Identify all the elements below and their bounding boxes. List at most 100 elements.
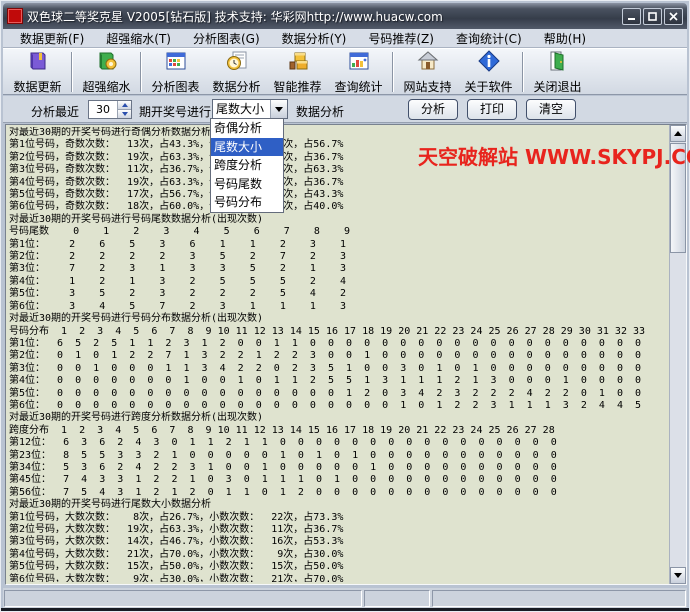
- combobox-value: 尾数大小: [213, 100, 270, 118]
- period-suffix-label: 期开奖号进行: [139, 103, 211, 120]
- toolbar-button-label: 网站支持: [403, 78, 451, 95]
- toolbar-button-label: 关于软件: [464, 78, 512, 95]
- report-table-header: 号码尾数 0 1 2 3 4 5 6 7 8 9: [9, 226, 666, 238]
- minimize-button[interactable]: [622, 8, 641, 25]
- statusbar: [3, 588, 687, 609]
- report-text-line: 第3位号码，大数次数： 14次，占46.7%，小数次数： 16次，占53.3%: [9, 536, 666, 548]
- dropdown-option-号码尾数[interactable]: 号码尾数: [211, 175, 283, 194]
- data-analysis-label: 数据分析: [296, 103, 344, 120]
- report-table-row: 第4位： 0 0 0 0 0 0 0 1 0 0 1 0 1 1 2 5 5 1…: [9, 375, 666, 387]
- window-bottom-edge: [1, 608, 689, 611]
- menu-item-4[interactable]: 号码推荐(Z): [357, 28, 445, 49]
- analysis-type-dropdown-list: 奇偶分析尾数大小跨度分析号码尾数号码分布: [210, 118, 284, 213]
- toolbar-button-关闭退出[interactable]: 关闭退出: [527, 50, 588, 94]
- close-button[interactable]: [664, 8, 683, 25]
- report-text-line: 第1位号码，大数次数： 8次，占26.7%，小数次数： 22次，占73.3%: [9, 512, 666, 524]
- dropdown-option-尾数大小[interactable]: 尾数大小: [211, 138, 283, 157]
- menu-item-1[interactable]: 超强缩水(T): [95, 28, 182, 49]
- toolbar-button-网站支持[interactable]: 网站支持: [397, 50, 458, 94]
- vertical-scrollbar[interactable]: [669, 125, 686, 584]
- menu-item-6[interactable]: 帮助(H): [533, 28, 597, 49]
- toolbar-button-关于软件[interactable]: 关于软件: [458, 50, 519, 94]
- dropdown-option-奇偶分析[interactable]: 奇偶分析: [211, 119, 283, 138]
- report-table-row: 第6位： 0 0 0 0 0 0 0 0 0 0 0 0 0 0 0 0 0 0…: [9, 400, 666, 412]
- analyze-button[interactable]: 分析: [408, 99, 458, 120]
- spinner-up-icon[interactable]: [118, 101, 131, 110]
- scroll-up-icon[interactable]: [670, 125, 686, 142]
- toolbar-separator: [392, 52, 394, 92]
- report-area: 对最近30期的开奖号码进行奇偶分析数据分析第1位号码，奇数次数： 13次，占43…: [5, 124, 687, 585]
- app-icon: [7, 8, 23, 24]
- report-text-line: 第5位号码，奇数次数： 17次，占56.7%，偶数次数： 13次，占43.3%: [9, 189, 666, 201]
- report-text-line: 第4位号码，奇数次数： 19次，占63.3%，偶数次数： 11次，占36.7%: [9, 177, 666, 189]
- toolbar-button-label: 数据更新: [13, 78, 61, 95]
- info-icon: [477, 49, 501, 77]
- analysis-report: 对最近30期的开奖号码进行奇偶分析数据分析第1位号码，奇数次数： 13次，占43…: [9, 127, 666, 582]
- toolbar-button-超强缩水[interactable]: 超强缩水: [76, 50, 137, 94]
- report-text-line: 第2位号码，大数次数： 19次，占63.3%，小数次数： 11次，占36.7%: [9, 524, 666, 536]
- analyze-recent-label: 分析最近: [31, 103, 79, 120]
- watermark-text: 天空破解站 WWW.SKYPJ.COM: [418, 141, 690, 170]
- status-panel-2: [364, 590, 430, 607]
- scroll-down-icon[interactable]: [670, 567, 686, 584]
- report-table-row: 第45位： 7 4 3 3 1 2 2 1 0 3 0 1 1 1 0 1 0 …: [9, 474, 666, 486]
- menu-item-0[interactable]: 数据更新(F): [9, 28, 95, 49]
- app-window: 双色球二等奖克星 V2005[钻石版] 技术支持: 华彩网http://www.…: [0, 0, 690, 612]
- report-table-row: 第3位： 7 2 3 1 3 3 5 2 1 3: [9, 263, 666, 275]
- book-purple-icon: [26, 49, 50, 77]
- maximize-button[interactable]: [643, 8, 662, 25]
- report-section-title: 对最近30期的开奖号码进行跨度分析数据分析(出现次数): [9, 412, 666, 424]
- dropdown-option-号码分布[interactable]: 号码分布: [211, 193, 283, 212]
- menubar: 数据更新(F)超强缩水(T)分析图表(G)数据分析(Y)号码推荐(Z)查询统计(…: [3, 29, 687, 48]
- report-table-row: 第5位： 3 5 2 3 2 2 2 5 4 2: [9, 288, 666, 300]
- clear-button[interactable]: 清空: [526, 99, 576, 120]
- home-icon: [416, 49, 440, 77]
- analysis-type-combobox[interactable]: 尾数大小: [212, 99, 288, 119]
- report-section-title: 对最近30期的开奖号码进行号码分布数据分析(出现次数): [9, 313, 666, 325]
- menu-item-2[interactable]: 分析图表(G): [182, 28, 271, 49]
- combobox-dropdown-icon[interactable]: [270, 100, 287, 118]
- report-table-row: 第34位： 5 3 6 2 4 2 2 3 1 0 0 1 0 0 0 0 0 …: [9, 462, 666, 474]
- book-gear-icon: [95, 49, 119, 77]
- chart-grid-icon: [164, 49, 188, 77]
- print-button[interactable]: 打印: [467, 99, 517, 120]
- toolbar-button-智能推荐[interactable]: 智能推荐: [267, 50, 328, 94]
- window-title: 双色球二等奖克星 V2005[钻石版] 技术支持: 华彩网http://www.…: [27, 8, 618, 25]
- toolbar-separator: [522, 52, 524, 92]
- report-section-title: 对最近30期的开奖号码进行尾数大小数据分析: [9, 499, 666, 511]
- menu-item-3[interactable]: 数据分析(Y): [271, 28, 358, 49]
- report-table-row: 第1位： 6 5 2 5 1 1 2 3 1 2 0 0 1 1 0 0 0 0…: [9, 338, 666, 350]
- report-table-header: 跨度分布 1 2 3 4 5 6 7 8 9 10 11 12 13 14 15…: [9, 425, 666, 437]
- toolbar-button-数据更新[interactable]: 数据更新: [7, 50, 68, 94]
- report-table-row: 第12位： 6 3 6 2 4 3 0 1 1 2 1 1 0 0 0 0 0 …: [9, 437, 666, 449]
- toolbar-button-label: 数据分析: [212, 78, 260, 95]
- period-value[interactable]: 30: [89, 101, 117, 118]
- report-table-row: 第3位： 0 0 1 0 0 0 1 1 3 4 2 2 0 2 3 5 1 0…: [9, 363, 666, 375]
- report-text-line: 第5位号码，大数次数： 15次，占50.0%，小数次数： 15次，占50.0%: [9, 561, 666, 573]
- report-table-row: 第2位： 0 1 0 1 2 2 7 1 3 2 2 1 2 2 3 0 0 1…: [9, 350, 666, 362]
- toolbar-button-label: 超强缩水: [82, 78, 130, 95]
- report-text-line: 第4位号码，大数次数： 21次，占70.0%，小数次数： 9次，占30.0%: [9, 549, 666, 561]
- report-section-title: 对最近30期的开奖号码进行号码尾数数据分析(出现次数): [9, 214, 666, 226]
- toolbar-button-分析图表[interactable]: 分析图表: [145, 50, 206, 94]
- dropdown-option-跨度分析[interactable]: 跨度分析: [211, 156, 283, 175]
- report-table-row: 第23位： 8 5 5 3 3 2 1 0 0 0 0 0 1 0 1 0 1 …: [9, 450, 666, 462]
- toolbar-button-label: 智能推荐: [273, 78, 321, 95]
- toolbar-button-数据分析[interactable]: 数据分析: [206, 50, 267, 94]
- report-text-line: 第6位号码，奇数次数： 18次，占60.0%，偶数次数： 12次，占40.0%: [9, 201, 666, 213]
- menu-item-5[interactable]: 查询统计(C): [445, 28, 533, 49]
- period-spinner[interactable]: 30: [88, 100, 132, 119]
- toolbar: 数据更新 超强缩水 分析图表数据分析智能推荐查询统计 网站支持关于软件 关闭退出: [3, 48, 687, 95]
- toolbar-button-label: 关闭退出: [533, 78, 581, 95]
- report-table-row: 第5位： 0 0 0 0 0 0 0 0 0 0 0 0 0 0 0 0 1 2…: [9, 388, 666, 400]
- report-table-row: 第56位： 7 5 4 3 1 2 1 2 0 1 1 0 1 2 0 0 0 …: [9, 487, 666, 499]
- clock-doc-icon: [225, 49, 249, 77]
- toolbar-button-label: 分析图表: [151, 78, 199, 95]
- spinner-down-icon[interactable]: [118, 110, 131, 118]
- titlebar[interactable]: 双色球二等奖克星 V2005[钻石版] 技术支持: 华彩网http://www.…: [3, 3, 687, 29]
- report-table-header: 号码分布 1 2 3 4 5 6 7 8 9 10 11 12 13 14 15…: [9, 326, 666, 338]
- toolbar-button-查询统计[interactable]: 查询统计: [328, 50, 389, 94]
- toolbar-button-label: 查询统计: [334, 78, 382, 95]
- status-panel-1: [4, 590, 362, 607]
- toolbar-separator: [71, 52, 73, 92]
